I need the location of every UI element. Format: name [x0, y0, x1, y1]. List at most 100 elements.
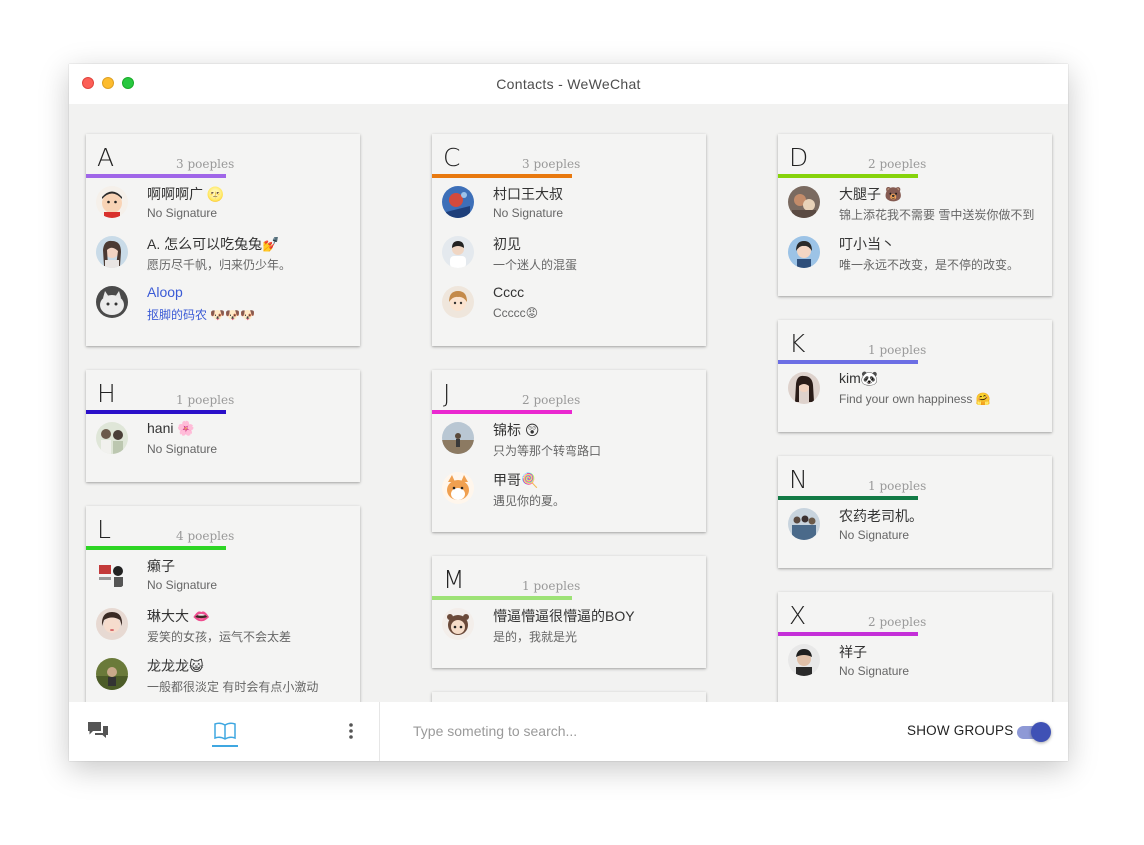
avatar — [442, 422, 474, 454]
group-letter: M — [443, 565, 465, 594]
show-groups-label: SHOW GROUPS — [907, 723, 1014, 738]
group-card-c: C 3 poeples 村口王大叔 No Signature 初见 一个迷人的混… — [432, 134, 706, 346]
group-header: C 3 poeples — [432, 134, 706, 178]
contact-signature: 唯一永远不改变，是不停的改变。 — [839, 258, 1020, 272]
contact-signature: 愿历尽千帆，归来仍少年。 — [147, 258, 292, 272]
group-header: D 2 poeples — [778, 134, 1052, 178]
group-letter: K — [789, 329, 806, 358]
avatar — [96, 658, 128, 690]
avatar — [96, 422, 128, 454]
avatar — [442, 286, 474, 318]
contact-signature: No Signature — [147, 206, 218, 220]
contact-name: 懵逼懵逼很懵逼的BOY — [493, 608, 635, 624]
contact-item[interactable]: 大腿子 🐻 锦上添花我不需要 雪中送炭你做不到 — [778, 178, 1052, 228]
contact-item[interactable]: Cccc Ccccc😡 — [432, 278, 706, 328]
contact-name: kim🐼 — [839, 370, 879, 386]
group-count: 3 poeples — [522, 157, 581, 171]
contact-signature: Find your own happiness 🤗 — [839, 392, 991, 406]
contact-item[interactable]: 叮小当丶 唯一永远不改变，是不停的改变。 — [778, 228, 1052, 278]
group-header: K 1 poeples — [778, 320, 1052, 364]
avatar — [788, 644, 820, 676]
group-card-x: X 2 poeples 祥子 No Signature — [778, 592, 1052, 702]
group-count: 1 poeples — [868, 479, 927, 493]
contact-item[interactable]: 懵逼懵逼很懵逼的BOY 是的，我就是光 — [432, 600, 706, 650]
contact-name: 初见 — [493, 236, 521, 252]
contact-item[interactable]: Aloop 抠脚的码农 🐶🐶🐶 — [86, 278, 360, 328]
more-vertical-icon[interactable] — [336, 716, 366, 746]
contact-name: Cccc — [493, 284, 525, 300]
contact-signature: No Signature — [839, 528, 910, 542]
chat-icon[interactable] — [84, 716, 114, 746]
avatar — [442, 186, 474, 218]
contact-signature: 抠脚的码农 🐶🐶🐶 — [147, 308, 256, 322]
group-card-d: D 2 poeples 大腿子 🐻 锦上添花我不需要 雪中送炭你做不到 叮小当丶… — [778, 134, 1052, 296]
avatar — [788, 186, 820, 218]
avatar — [96, 558, 128, 590]
group-count: 2 poeples — [868, 157, 927, 171]
group-count: 2 poeples — [522, 393, 581, 407]
contact-name: 祥子 — [839, 644, 867, 660]
contact-signature: 遇见你的夏。 — [493, 494, 566, 508]
group-header: J 2 poeples — [432, 370, 706, 414]
contacts-book-icon[interactable] — [210, 716, 240, 746]
group-letter: H — [97, 379, 116, 408]
group-header: M 1 poeples — [432, 556, 706, 600]
avatar — [96, 236, 128, 268]
contact-item[interactable]: 村口王大叔 No Signature — [432, 178, 706, 228]
contact-item[interactable]: hani 🌸 No Signature — [86, 414, 360, 464]
group-header: L 4 poeples — [86, 506, 360, 550]
contact-item[interactable]: 锦标 😲 只为等那个转弯路口 — [432, 414, 706, 464]
contact-signature: 一般都很淡定 有时会有点小激动 — [147, 680, 319, 694]
contact-item[interactable]: 啊啊啊广 🌝 No Signature — [86, 178, 360, 228]
group-letter: X — [789, 601, 807, 630]
contact-signature: 一个迷人的混蛋 — [493, 258, 578, 272]
contact-name: 叮小当丶 — [839, 236, 895, 252]
group-header: H 1 poeples — [86, 370, 360, 414]
contact-signature: 爱笑的女孩，运气不会太差 — [147, 630, 292, 644]
group-card-a: A 3 poeples 啊啊啊广 🌝 No Signature A. 怎么可以吃… — [86, 134, 360, 346]
app-window: Contacts - WeWeChat A 3 poeples 啊啊啊广 🌝 N… — [69, 64, 1068, 761]
contact-name: 农药老司机。 — [839, 508, 923, 524]
contact-name: 锦标 😲 — [493, 422, 540, 438]
avatar — [788, 236, 820, 268]
contact-item[interactable]: A. 怎么可以吃兔兔💅 愿历尽千帆，归来仍少年。 — [86, 228, 360, 278]
avatar — [788, 508, 820, 540]
contact-name: hani 🌸 — [147, 420, 195, 436]
contact-name: Aloop — [147, 284, 183, 300]
avatar — [96, 286, 128, 318]
contact-signature: No Signature — [839, 664, 910, 678]
group-count: 1 poeples — [176, 393, 235, 407]
search-input[interactable] — [413, 718, 853, 744]
contact-name: 癞子 — [147, 558, 175, 574]
contact-item[interactable]: kim🐼 Find your own happiness 🤗 — [778, 364, 1052, 414]
contact-name: 大腿子 🐻 — [839, 186, 903, 202]
group-card-j: J 2 poeples 锦标 😲 只为等那个转弯路口 甲哥🍭 遇见你的夏。 — [432, 370, 706, 532]
contact-item[interactable]: 农药老司机。 No Signature — [778, 500, 1052, 550]
contact-item[interactable]: 癞子 No Signature — [86, 550, 360, 600]
contact-name: 龙龙龙😺 — [147, 658, 204, 674]
group-header: A 3 poeples — [86, 134, 360, 178]
contact-name: A. 怎么可以吃兔兔💅 — [147, 236, 280, 252]
contact-signature: Ccccc😡 — [493, 306, 539, 320]
group-letter: N — [789, 465, 808, 494]
contact-name: 甲哥🍭 — [493, 472, 539, 488]
avatar — [442, 236, 474, 268]
group-letter: A — [97, 143, 115, 172]
contact-signature: No Signature — [493, 206, 564, 220]
show-groups-toggle[interactable] — [1017, 720, 1053, 744]
contact-name: 啊啊啊广 🌝 — [147, 186, 225, 202]
active-tab-indicator — [212, 745, 238, 747]
contact-item[interactable]: 初见 一个迷人的混蛋 — [432, 228, 706, 278]
window-title: Contacts - WeWeChat — [496, 76, 641, 92]
contact-signature: 是的，我就是光 — [493, 630, 578, 644]
group-count: 2 poeples — [868, 615, 927, 629]
contact-item[interactable]: 甲哥🍭 遇见你的夏。 — [432, 464, 706, 514]
group-count: 4 poeples — [176, 529, 235, 543]
contact-item[interactable]: 龙龙龙😺 一般都很淡定 有时会有点小激动 — [86, 650, 360, 700]
contact-item[interactable]: 琳大大 👄 爱笑的女孩，运气不会太差 — [86, 600, 360, 650]
group-header: N 1 poeples — [778, 456, 1052, 500]
bottom-bar: SHOW GROUPS — [69, 702, 1068, 761]
contact-item[interactable]: 祥子 No Signature — [778, 636, 1052, 686]
avatar — [442, 608, 474, 640]
group-card-k: K 1 poeples kim🐼 Find your own happiness… — [778, 320, 1052, 432]
